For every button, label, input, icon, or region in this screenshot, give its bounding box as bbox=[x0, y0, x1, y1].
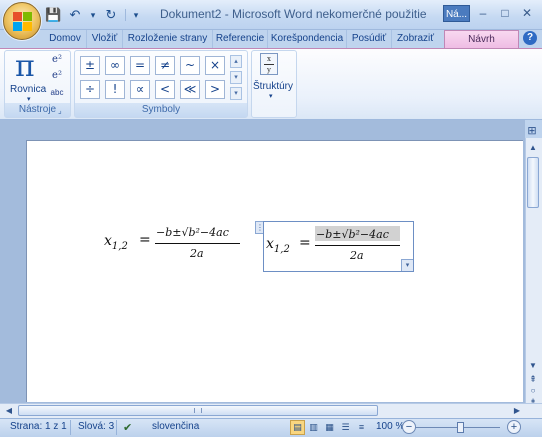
vertical-scroll-thumb[interactable] bbox=[527, 157, 539, 208]
equation-dropdown-icon[interactable]: ▾ bbox=[27, 95, 31, 103]
equation-options-dropdown-icon[interactable]: ▾ bbox=[401, 259, 413, 271]
equation-pi-icon[interactable]: π bbox=[15, 51, 35, 83]
zoom-level[interactable]: 100 % bbox=[376, 421, 404, 432]
zoom-slider-knob[interactable] bbox=[457, 422, 464, 433]
scroll-left-icon[interactable]: ◀ bbox=[2, 404, 16, 417]
zoom-out-icon[interactable]: − bbox=[402, 420, 416, 434]
symbol-proportional[interactable]: ∝ bbox=[130, 80, 150, 99]
contextual-tab-label[interactable]: Ná... bbox=[443, 5, 470, 22]
draft-view-icon[interactable]: ≡ bbox=[354, 420, 369, 435]
symbol-greater-than[interactable]: > bbox=[205, 80, 225, 99]
qat-separator bbox=[125, 9, 126, 21]
equation-right-lhs: x1,2 bbox=[266, 236, 290, 255]
symbol-plus-minus[interactable]: ± bbox=[80, 56, 100, 75]
office-logo-icon bbox=[13, 12, 22, 21]
struktury-label[interactable]: Štruktúry bbox=[253, 81, 293, 92]
page-count[interactable]: Strana: 1 z 1 bbox=[10, 421, 67, 432]
outline-view-icon[interactable]: ☰ bbox=[338, 420, 353, 435]
tab-referencie[interactable]: Referencie bbox=[212, 30, 267, 48]
scroll-grip-icon bbox=[194, 408, 202, 413]
tab-navrh[interactable]: Návrh bbox=[444, 30, 519, 49]
tab-posudit[interactable]: Posúdiť bbox=[346, 30, 391, 48]
save-icon[interactable]: 💾 bbox=[45, 7, 61, 23]
fraction-structure-icon[interactable]: x y bbox=[260, 53, 278, 75]
undo-dropdown-icon[interactable]: ▾ bbox=[89, 7, 97, 23]
normal-text-icon[interactable]: abc bbox=[49, 86, 65, 100]
symbol-not-equal[interactable]: ≠ bbox=[155, 56, 175, 75]
tab-domov[interactable]: Domov bbox=[44, 30, 86, 48]
equation-button-label[interactable]: Rovnica bbox=[10, 84, 46, 95]
undo-icon[interactable]: ↶ bbox=[67, 7, 83, 23]
equation-left-lhs: x1,2 bbox=[104, 233, 128, 252]
office-button[interactable] bbox=[3, 2, 41, 40]
tab-zobrazit[interactable]: Zobraziť bbox=[391, 30, 439, 48]
symbol-tilde[interactable]: ~ bbox=[180, 56, 200, 75]
struktury-dropdown-icon[interactable]: ▾ bbox=[269, 92, 273, 100]
equation-right-numerator: −b±√b²−4ac bbox=[316, 228, 389, 241]
web-layout-icon[interactable]: ▦ bbox=[322, 420, 337, 435]
close-button[interactable]: ✕ bbox=[516, 4, 538, 22]
equation-left-numerator: −b±√b²−4ac bbox=[156, 226, 229, 239]
tab-vlozit[interactable]: Vložiť bbox=[86, 30, 122, 48]
language[interactable]: slovenčina bbox=[152, 421, 199, 432]
group-label-symboly: Symboly bbox=[75, 103, 247, 117]
redo-icon[interactable]: ↻ bbox=[103, 7, 119, 23]
equation-left-denominator: 2a bbox=[190, 247, 204, 260]
scroll-down-icon[interactable]: ▼ bbox=[526, 359, 540, 373]
ribbon-tabs: Domov Vložiť Rozloženie strany Referenci… bbox=[0, 30, 542, 49]
equation-right-equals: = bbox=[299, 235, 311, 251]
customize-qat-icon[interactable]: ▾ bbox=[132, 7, 140, 23]
dialog-launcher-icon[interactable]: ⌟ bbox=[58, 106, 67, 115]
equation-right-denominator: 2a bbox=[350, 249, 364, 262]
window-title: Dokument2 - Microsoft Word nekomerčné po… bbox=[160, 7, 427, 21]
symbol-much-less[interactable]: ≪ bbox=[180, 80, 200, 99]
symbol-factorial[interactable]: ! bbox=[105, 80, 125, 99]
zoom-in-icon[interactable]: + bbox=[507, 420, 521, 434]
minimize-button[interactable]: – bbox=[472, 4, 494, 22]
scroll-right-icon[interactable]: ▶ bbox=[510, 404, 524, 417]
print-layout-view-icon[interactable]: ▤ bbox=[290, 420, 305, 435]
scroll-up-icon[interactable]: ▲ bbox=[526, 141, 540, 155]
word-count[interactable]: Slová: 3 bbox=[78, 421, 114, 432]
view-ruler-icon[interactable]: ⊞ bbox=[525, 124, 539, 138]
symbol-divide[interactable]: ÷ bbox=[80, 80, 100, 99]
gallery-more-icon[interactable]: ▾ bbox=[230, 87, 242, 100]
gallery-scroll-down-icon[interactable]: ▾ bbox=[230, 71, 242, 84]
tab-rozlozenie-strany[interactable]: Rozloženie strany bbox=[122, 30, 212, 48]
equation-left-equals: = bbox=[139, 232, 151, 248]
tab-korespondencia[interactable]: Korešpondencia bbox=[267, 30, 346, 48]
full-screen-reading-icon[interactable]: ▥ bbox=[306, 420, 321, 435]
gallery-scroll-up-icon[interactable]: ▴ bbox=[230, 55, 242, 68]
symbol-less-than[interactable]: < bbox=[155, 80, 175, 99]
fraction-bar bbox=[155, 243, 240, 244]
fraction-bar bbox=[315, 245, 400, 246]
help-icon[interactable]: ? bbox=[523, 31, 537, 45]
proofing-icon[interactable]: ✔ bbox=[123, 421, 132, 434]
quick-access-toolbar: 💾 ↶ ▾ ↻ ▾ bbox=[45, 7, 140, 23]
maximize-button[interactable]: □ bbox=[494, 4, 516, 22]
symbol-equals[interactable]: = bbox=[130, 56, 150, 75]
symbol-times[interactable]: × bbox=[205, 56, 225, 75]
professional-format-icon[interactable]: e² bbox=[49, 53, 65, 67]
linear-format-icon[interactable]: e² bbox=[49, 69, 65, 83]
symbol-infinity[interactable]: ∞ bbox=[105, 56, 125, 75]
